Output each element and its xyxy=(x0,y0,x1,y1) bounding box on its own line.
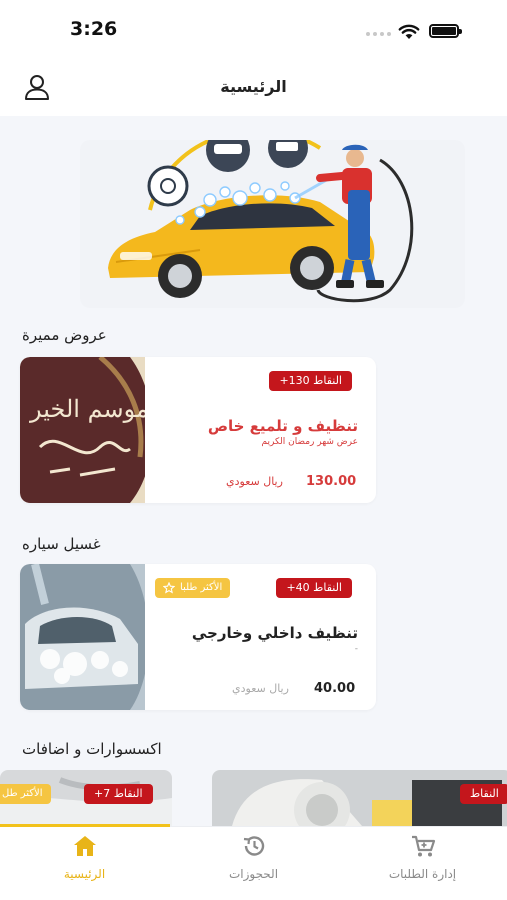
wifi-icon xyxy=(398,24,420,39)
offer-price: 130.00 xyxy=(306,474,357,489)
offer-currency: ريال سعودي xyxy=(226,475,283,488)
offer-image-calligraphy: في موسم الخير xyxy=(29,395,145,423)
page-title: الرئيسية xyxy=(220,77,287,96)
offer-image: في موسم الخير xyxy=(20,357,145,503)
history-icon xyxy=(243,836,264,856)
nav-header: الرئيسية xyxy=(0,60,507,116)
service-price: 40.00 xyxy=(314,681,356,696)
promo-banner[interactable] xyxy=(80,140,465,308)
points-badge: +7 النقاط xyxy=(84,784,153,804)
battery-icon xyxy=(429,24,462,38)
tab-home[interactable]: الرئيسية xyxy=(0,833,169,893)
tab-bookings-label: الحجوزات xyxy=(228,867,279,881)
featured-offer-card[interactable]: في موسم الخير +130 النقاط تنظيف و تلميع … xyxy=(20,357,376,503)
featured-offers-title: عروض مميرة xyxy=(22,326,107,344)
active-tab-indicator xyxy=(0,824,170,827)
accessory-card[interactable]: الأكثر طل +7 النقاط xyxy=(0,770,172,826)
popular-badge-label: الأكثر طلبا xyxy=(180,582,223,593)
points-badge: +130 النقاط xyxy=(269,371,352,391)
offer-name: تنظيف و تلميع خاص xyxy=(207,417,358,435)
home-icon xyxy=(73,836,96,856)
car-wash-card[interactable]: +40 النقاط الأكثر طلبا تنظيف داخلي وخارج… xyxy=(20,564,376,710)
service-currency: ريال سعودي xyxy=(232,682,289,695)
accessory-card[interactable]: النقاط xyxy=(212,770,507,826)
tab-home-label: الرئيسية xyxy=(63,867,106,881)
service-name: تنظيف داخلي وخارجي xyxy=(191,624,358,642)
tab-bookings[interactable]: الحجوزات xyxy=(169,833,338,893)
points-badge: النقاط xyxy=(460,784,507,804)
bottom-tab-bar: الرئيسية الحجوزات إدارة الطلبات xyxy=(0,824,507,900)
service-subtitle: - xyxy=(354,644,358,654)
status-bar: 3:26 xyxy=(0,0,507,60)
offer-subtitle: عرض شهر رمضان الكريم xyxy=(261,437,358,447)
accessories-section-title: اكسسوارات و اضافات xyxy=(22,740,162,758)
car-wash-image xyxy=(20,564,145,710)
tab-orders-label: إدارة الطلبات xyxy=(388,867,457,881)
popular-badge: الأكثر طل xyxy=(0,784,51,804)
tab-orders[interactable]: إدارة الطلبات xyxy=(338,833,507,893)
star-icon xyxy=(163,582,175,594)
popular-badge: الأكثر طلبا xyxy=(155,578,231,598)
accessories-list: الأكثر طل +7 النقاط النقاط xyxy=(0,770,507,826)
status-time: 3:26 xyxy=(70,18,118,40)
cart-icon xyxy=(411,835,435,857)
car-wash-section-title: غسيل سياره xyxy=(22,535,101,553)
points-badge: +40 النقاط xyxy=(276,578,352,598)
car-wash-illustration xyxy=(108,140,414,303)
signal-dots-icon xyxy=(366,32,391,36)
